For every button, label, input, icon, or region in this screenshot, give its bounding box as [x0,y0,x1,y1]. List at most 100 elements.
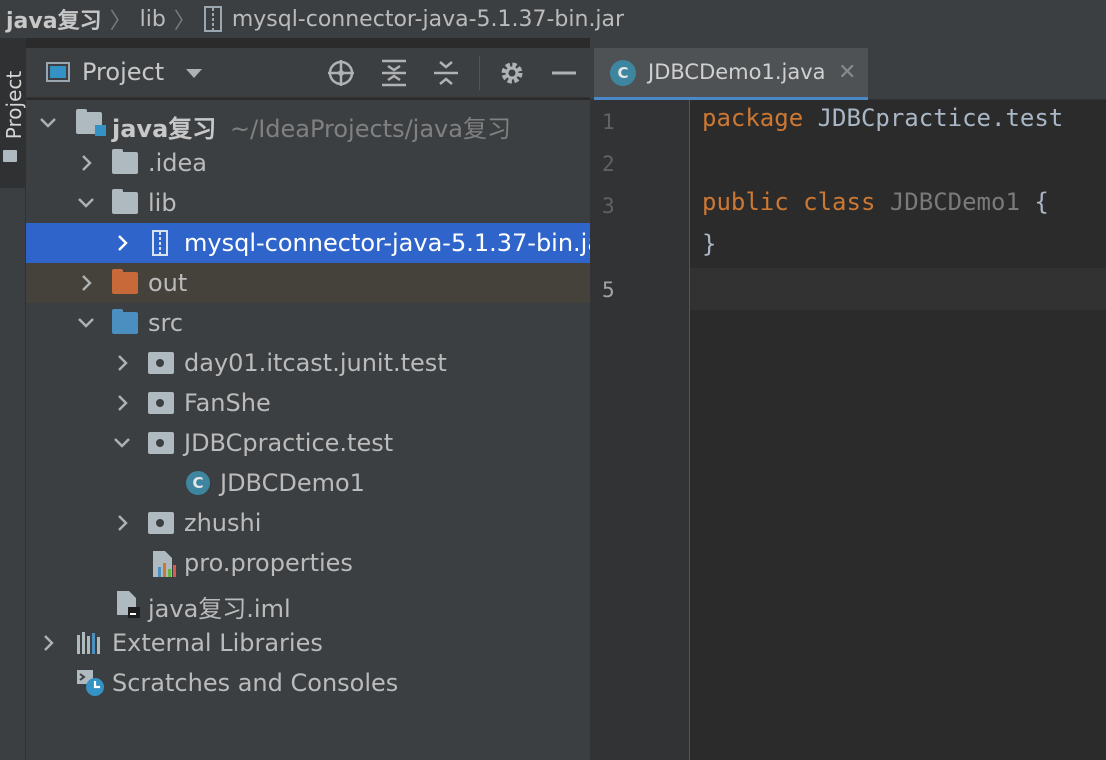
gear-icon[interactable] [497,58,527,88]
current-line-highlight [690,268,1106,310]
editor-tab-bar: C JDBCDemo1.java ✕ [590,38,1106,100]
chevron-down-icon[interactable] [186,69,202,78]
tree-item-label: .idea [148,149,208,177]
tree-item-label: FanShe [184,389,271,417]
tree-item-label: JDBCpractice.test [184,429,394,457]
tree-item-class-jdbcdemo1[interactable]: C JDBCDemo1 [26,463,590,503]
open-brace: { [1019,188,1049,216]
project-panel-header: Project [26,48,590,98]
properties-file-icon [153,551,176,577]
library-icon [77,632,100,654]
tree-item-src[interactable]: src [26,303,590,343]
chevron-down-icon[interactable] [112,433,132,453]
tree-item-out[interactable]: out [26,263,590,303]
tree-item-external-libraries[interactable]: External Libraries [26,623,590,663]
tree-item-label: src [148,309,184,337]
module-folder-icon [76,109,106,136]
chevron-right-icon[interactable] [76,273,96,293]
code-line-1[interactable]: package JDBCpractice.test [702,104,1063,132]
project-tree: java复习 ~/IdeaProjects/java复习 .idea lib m… [26,100,642,760]
breadcrumb-item-jar[interactable]: mysql-connector-java-5.1.37-bin.jar [203,6,625,32]
tree-item-package-day01[interactable]: day01.itcast.junit.test [26,343,590,383]
package-icon [148,352,174,374]
tree-item-label: External Libraries [112,629,323,657]
package-icon [148,432,174,454]
line-number: 3 [602,194,615,218]
module-file-icon [117,591,140,618]
tree-item-label: lib [148,189,177,217]
breadcrumb: java复习 〉 lib 〉 mysql-connector-java-5.1.… [0,0,1106,38]
tree-item-lib[interactable]: lib [26,183,590,223]
keyword-package: package [702,104,804,132]
breadcrumb-jar-label: mysql-connector-java-5.1.37-bin.jar [231,6,625,32]
tree-item-label: out [148,269,188,297]
folder-icon [112,189,138,214]
tree-item-label: java复习.iml [148,595,291,623]
project-tool-label: Project [2,70,26,140]
tree-item-iml[interactable]: java复习.iml [26,583,590,623]
chevron-down-icon[interactable] [76,313,96,333]
breadcrumb-item-project[interactable]: java复习 [6,3,102,35]
expand-all-icon[interactable] [379,58,409,88]
chevron-right-icon[interactable] [38,633,58,653]
jar-icon [152,230,168,256]
project-tool-tab[interactable]: Project [0,38,26,188]
package-icon [148,512,174,534]
chevron-down-icon[interactable] [38,113,58,133]
tree-item-label: pro.properties [184,549,353,577]
chevron-right-icon[interactable] [112,513,132,533]
locate-icon[interactable] [326,58,356,88]
minimize-icon[interactable] [549,58,579,88]
tool-window-strip: Project [0,38,26,760]
excluded-folder-icon [112,269,138,294]
chevron-right-icon[interactable] [112,233,132,253]
tree-item-properties[interactable]: pro.properties [26,543,590,583]
line-number: 2 [602,152,615,176]
chevron-down-icon[interactable] [76,193,96,213]
tree-item-package-jdbcpractice[interactable]: JDBCpractice.test [26,423,590,463]
project-window-icon [46,62,70,82]
jar-icon [203,6,222,32]
header-divider [479,56,480,90]
close-brace: } [702,230,717,258]
tree-item-label: JDBCDemo1 [220,469,365,497]
folder-icon [112,149,138,174]
tree-item-label: zhushi [184,509,262,537]
project-view-title[interactable]: Project [82,58,164,86]
folder-icon [3,150,17,162]
breadcrumb-item-lib[interactable]: lib [140,7,166,32]
editor-tab-label: JDBCDemo1.java [648,60,826,84]
package-name: JDBCpractice.test [803,104,1064,132]
chevron-right-icon[interactable] [112,393,132,413]
tree-item-scratches[interactable]: Scratches and Consoles [26,663,590,703]
line-number-current: 5 [602,278,615,302]
tree-item-idea[interactable]: .idea [26,143,590,183]
chevron-right-icon[interactable] [112,353,132,373]
keyword-public: public [702,188,789,216]
line-number: 1 [602,110,615,134]
line-number-gutter: 1 2 3 5 [590,100,690,760]
package-icon [148,392,174,414]
breadcrumb-separator: 〉 [173,9,196,34]
class-name: JDBCDemo1 [889,188,1020,216]
close-icon[interactable]: ✕ [838,60,856,85]
tree-item-jar[interactable]: mysql-connector-java-5.1.37-bin.jar [26,223,642,263]
java-class-icon: C [186,471,210,495]
tree-item-package-fanshe[interactable]: FanShe [26,383,590,423]
keyword-class: class [803,188,876,216]
tree-root-path: ~/IdeaProjects/java复习 [230,115,511,143]
editor-area: C JDBCDemo1.java ✕ 1 2 3 5 package JDBCp… [590,38,1106,760]
code-line-4[interactable]: } [702,230,716,258]
breadcrumb-separator: 〉 [109,9,132,34]
collapse-all-icon[interactable] [431,58,461,88]
tree-item-label: Scratches and Consoles [112,669,399,697]
editor-tab-jdbcdemo1[interactable]: C JDBCDemo1.java ✕ [594,48,868,100]
code-line-3[interactable]: public class JDBCDemo1 { [702,188,1049,216]
tree-item-label: mysql-connector-java-5.1.37-bin.jar [184,229,612,257]
tree-item-package-zhushi[interactable]: zhushi [26,503,590,543]
java-class-icon: C [610,60,636,86]
tree-item-label: day01.itcast.junit.test [184,349,447,377]
tree-item-root[interactable]: java复习 ~/IdeaProjects/java复习 [26,103,590,143]
chevron-right-icon[interactable] [76,153,96,173]
tree-root-label: java复习 [112,115,217,143]
